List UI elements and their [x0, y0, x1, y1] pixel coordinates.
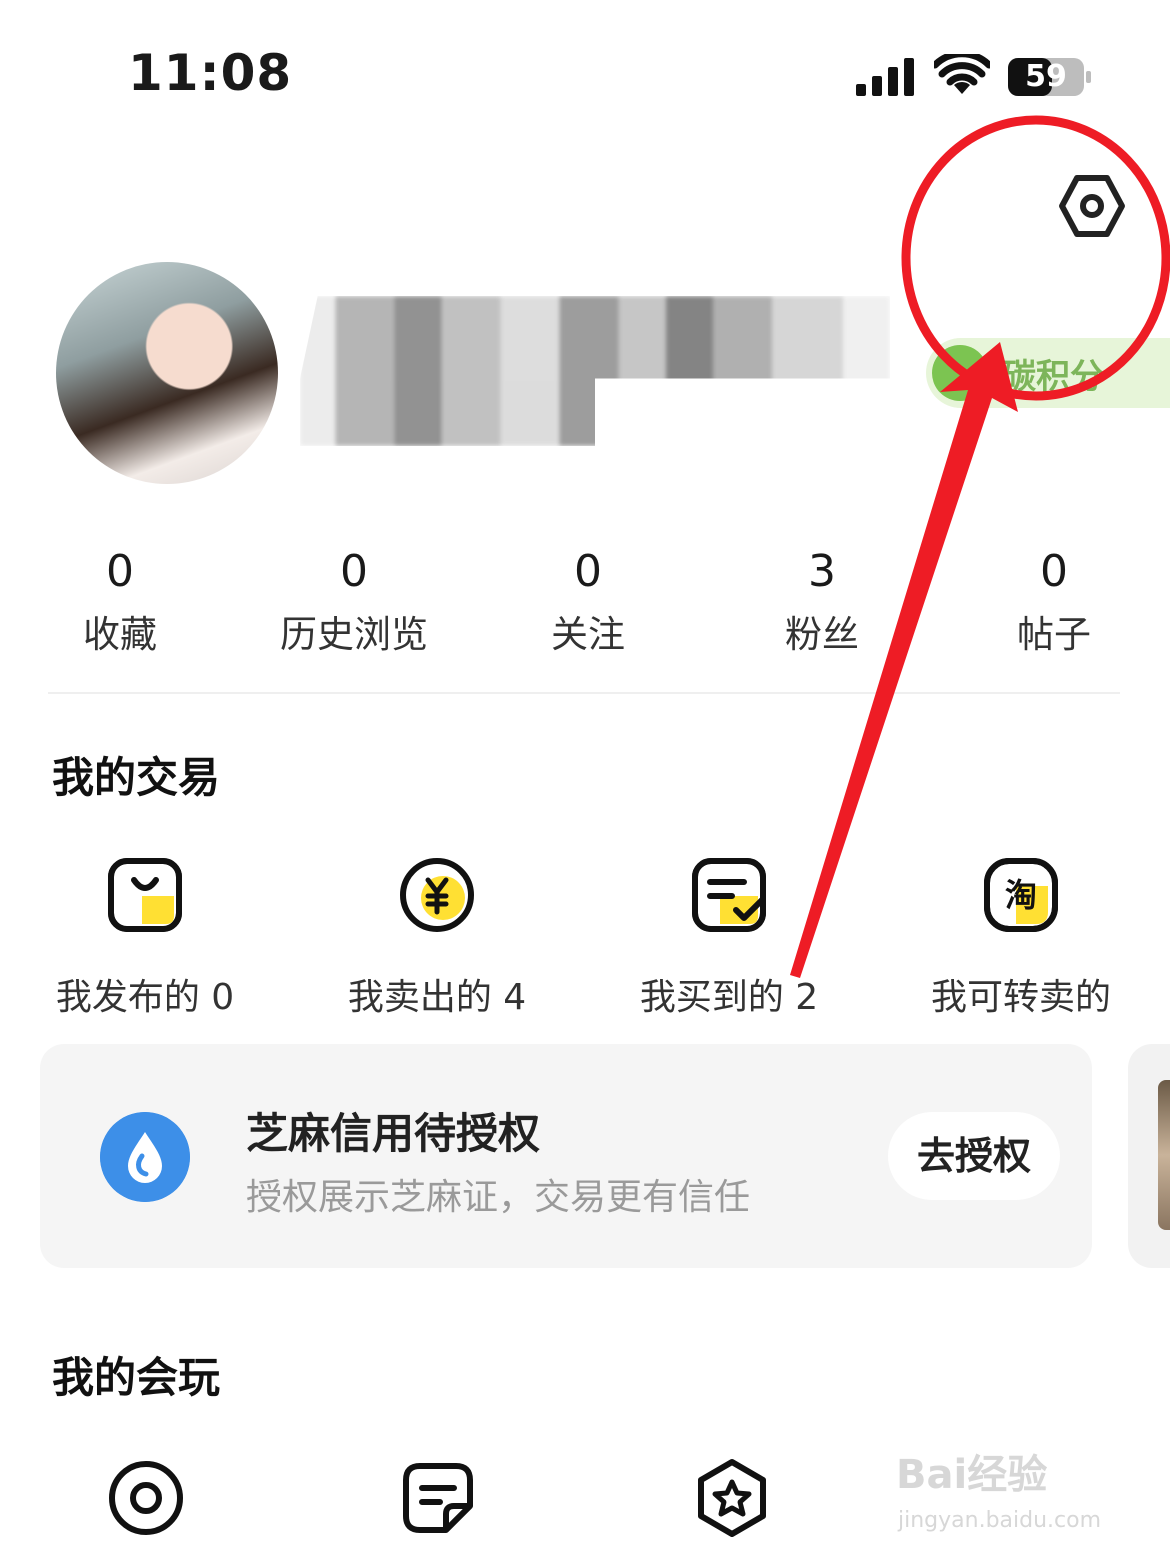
- avatar[interactable]: [56, 262, 278, 484]
- watermark-url: jingyan.baidu.com: [898, 1508, 1102, 1533]
- trade-label: 我卖出的 4: [347, 977, 527, 1018]
- stat-label: 历史浏览: [280, 613, 428, 656]
- note-icon[interactable]: [398, 1458, 478, 1538]
- next-card-image: [1158, 1080, 1170, 1230]
- username-pixelated: [300, 296, 890, 446]
- stat-label: 帖子: [1017, 613, 1091, 656]
- trade-label: 我买到的 2: [639, 977, 819, 1018]
- stat-following[interactable]: 0 关注: [488, 546, 688, 658]
- zhima-title: 芝麻信用待授权: [246, 1109, 541, 1158]
- stat-value: 0: [340, 546, 368, 597]
- battery-icon: 59: [1008, 58, 1092, 96]
- status-time: 11:08: [128, 44, 293, 102]
- watermark: Bai经验: [896, 1452, 1048, 1498]
- zhima-subtitle: 授权展示芝麻证，交易更有信任: [246, 1177, 751, 1218]
- battery-level: 59: [1025, 59, 1067, 94]
- trade-item-published[interactable]: 我发布的 0: [20, 856, 270, 1020]
- settings-icon[interactable]: [1058, 172, 1126, 240]
- stat-label: 关注: [551, 613, 625, 656]
- wifi-icon: [934, 54, 990, 94]
- target-circle-icon[interactable]: [106, 1458, 186, 1538]
- trade-item-bought[interactable]: 我买到的 2: [604, 856, 854, 1020]
- carbon-points-label: 碳积分: [1002, 356, 1104, 397]
- cellular-signal-icon: [856, 58, 914, 96]
- zhima-credit-icon: [100, 1112, 190, 1202]
- carbon-points-badge[interactable]: 碳积分: [926, 338, 1170, 408]
- trade-item-sold[interactable]: 我卖出的 4: [312, 856, 562, 1020]
- svg-text:淘: 淘: [1005, 876, 1037, 914]
- stat-value: 0: [1040, 546, 1068, 597]
- bag-icon: [108, 858, 182, 932]
- order-check-icon: [692, 858, 766, 932]
- stat-value: 0: [574, 546, 602, 597]
- stat-history[interactable]: 0 历史浏览: [254, 546, 454, 658]
- trade-label: 我发布的 0: [55, 977, 235, 1018]
- stat-value: 3: [808, 546, 836, 597]
- stat-label: 粉丝: [785, 613, 859, 656]
- stat-posts[interactable]: 0 帖子: [954, 546, 1154, 658]
- divider: [48, 692, 1120, 694]
- stat-fans[interactable]: 3 粉丝: [722, 546, 922, 658]
- stat-value: 0: [106, 546, 134, 597]
- yen-icon: [400, 858, 474, 932]
- authorize-button[interactable]: 去授权: [888, 1112, 1060, 1200]
- trade-item-resell[interactable]: 淘 我可转卖的: [896, 856, 1146, 1020]
- leaf-icon: [932, 345, 988, 401]
- section-title-trade: 我的交易: [52, 753, 221, 802]
- stat-favorites[interactable]: 0 收藏: [20, 546, 220, 658]
- taobao-icon: 淘: [984, 858, 1058, 932]
- star-badge-icon[interactable]: [692, 1458, 772, 1538]
- section-title-play: 我的会玩: [52, 1353, 221, 1402]
- trade-label: 我可转卖的: [930, 977, 1111, 1018]
- stat-label: 收藏: [83, 613, 157, 656]
